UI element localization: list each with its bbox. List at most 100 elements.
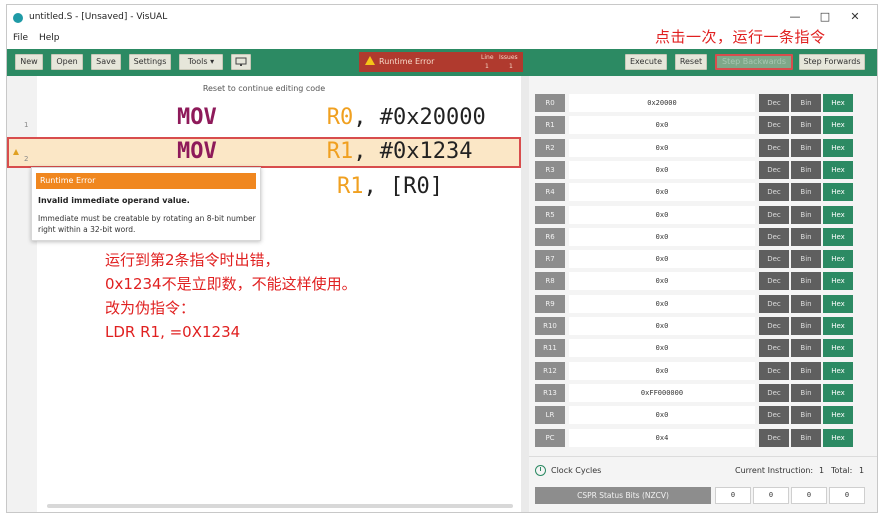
format-dec-button[interactable]: Dec xyxy=(759,183,789,202)
format-dec-button[interactable]: Dec xyxy=(759,94,789,112)
format-hex-button[interactable]: Hex xyxy=(823,428,853,447)
format-hex-button[interactable]: Hex xyxy=(823,317,853,335)
register-value: 0x0 xyxy=(569,227,755,246)
menu-help[interactable]: Help xyxy=(39,33,60,43)
format-hex-button[interactable]: Hex xyxy=(823,339,853,358)
format-dec-button[interactable]: Dec xyxy=(759,138,789,157)
format-bin-button[interactable]: Bin xyxy=(791,116,821,135)
format-hex-button[interactable]: Hex xyxy=(823,406,853,425)
register-operand: R0 xyxy=(326,105,354,130)
close-button[interactable]: ✕ xyxy=(845,9,865,25)
format-bin-button[interactable]: Bin xyxy=(791,183,821,202)
register-operand: R1 xyxy=(326,139,354,164)
format-hex-button[interactable]: Hex xyxy=(823,294,853,313)
format-hex-button[interactable]: Hex xyxy=(823,361,853,380)
format-hex-button[interactable]: Hex xyxy=(823,160,853,179)
code-line-2[interactable]: MOV R1, #0x1234 xyxy=(177,138,472,166)
format-bin-button[interactable]: Bin xyxy=(791,428,821,447)
register-name: R4 xyxy=(535,183,565,202)
code-line-3[interactable]: R1, [R0] xyxy=(337,173,443,201)
format-hex-button[interactable]: Hex xyxy=(823,383,853,402)
format-bin-button[interactable]: Bin xyxy=(791,406,821,425)
format-hex-button[interactable]: Hex xyxy=(823,183,853,202)
format-bin-button[interactable]: Bin xyxy=(791,361,821,380)
register-operand: R1 xyxy=(337,174,364,199)
format-hex-button[interactable]: Hex xyxy=(823,138,853,157)
format-dec-button[interactable]: Dec xyxy=(759,250,789,269)
format-bin-button[interactable]: Bin xyxy=(791,383,821,402)
app-icon xyxy=(13,13,23,23)
register-name: R8 xyxy=(535,272,565,291)
register-value: 0x0 xyxy=(569,339,755,358)
register-name: PC xyxy=(535,428,565,447)
format-dec-button[interactable]: Dec xyxy=(759,406,789,425)
format-bin-button[interactable]: Bin xyxy=(791,160,821,179)
save-button[interactable]: Save xyxy=(91,54,121,70)
total-label: Total: xyxy=(831,466,853,475)
register-name: R12 xyxy=(535,361,565,380)
operand-rest: , #0x20000 xyxy=(353,105,486,130)
runtime-error-text: Runtime Error xyxy=(379,57,435,66)
current-instruction-label: Current Instruction: xyxy=(735,466,814,475)
minimize-button[interactable]: — xyxy=(785,9,805,25)
format-dec-button[interactable]: Dec xyxy=(759,317,789,335)
cpsr-label: CSPR Status Bits (NZCV) xyxy=(535,487,711,504)
format-dec-button[interactable]: Dec xyxy=(759,294,789,313)
line-warning-icon xyxy=(13,149,19,155)
format-bin-button[interactable]: Bin xyxy=(791,272,821,291)
tools-dropdown[interactable]: Tools ▾ xyxy=(179,54,223,70)
format-bin-button[interactable]: Bin xyxy=(791,205,821,224)
format-hex-button[interactable]: Hex xyxy=(823,116,853,135)
register-name: LR xyxy=(535,406,565,425)
new-button[interactable]: New xyxy=(15,54,43,70)
format-hex-button[interactable]: Hex xyxy=(823,250,853,269)
register-value: 0x0 xyxy=(569,205,755,224)
format-hex-button[interactable]: Hex xyxy=(823,205,853,224)
format-dec-button[interactable]: Dec xyxy=(759,383,789,402)
format-dec-button[interactable]: Dec xyxy=(759,160,789,179)
reset-hint: Reset to continue editing code xyxy=(202,84,326,93)
format-bin-button[interactable]: Bin xyxy=(791,94,821,112)
code-line-1[interactable]: MOV R0, #0x20000 xyxy=(177,104,486,132)
annotation-line: 0x1234不是立即数，不能这样使用。 xyxy=(105,275,357,293)
clock-cycles-label: Clock Cycles xyxy=(551,466,602,475)
format-hex-button[interactable]: Hex xyxy=(823,94,853,112)
step-backwards-button[interactable]: Step Backwards xyxy=(715,54,793,70)
format-bin-button[interactable]: Bin xyxy=(791,317,821,335)
register-value: 0x0 xyxy=(569,406,755,425)
status-panel: Clock Cycles Current Instruction: 1 Tota… xyxy=(529,456,877,512)
monitor-button[interactable] xyxy=(231,54,251,70)
format-bin-button[interactable]: Bin xyxy=(791,250,821,269)
register-name: R13 xyxy=(535,383,565,402)
format-dec-button[interactable]: Dec xyxy=(759,227,789,246)
execute-button[interactable]: Execute xyxy=(625,54,667,70)
register-value: 0x0 xyxy=(569,317,755,335)
operand-rest: , [R0] xyxy=(363,174,443,199)
register-value: 0x0 xyxy=(569,116,755,135)
code-editor[interactable]: Reset to continue editing code 1 2 MOV R0… xyxy=(7,76,521,512)
format-dec-button[interactable]: Dec xyxy=(759,205,789,224)
format-hex-button[interactable]: Hex xyxy=(823,227,853,246)
vertical-scrollbar[interactable] xyxy=(521,76,529,512)
format-dec-button[interactable]: Dec xyxy=(759,339,789,358)
horizontal-scrollbar[interactable] xyxy=(47,504,513,508)
error-line-count: 1 xyxy=(485,63,489,70)
open-button[interactable]: Open xyxy=(51,54,83,70)
format-bin-button[interactable]: Bin xyxy=(791,339,821,358)
format-bin-button[interactable]: Bin xyxy=(791,227,821,246)
settings-button[interactable]: Settings xyxy=(129,54,171,70)
format-hex-button[interactable]: Hex xyxy=(823,272,853,291)
format-dec-button[interactable]: Dec xyxy=(759,428,789,447)
format-dec-button[interactable]: Dec xyxy=(759,116,789,135)
annotation-top: 点击一次，运行一条指令 xyxy=(655,28,826,46)
menu-file[interactable]: File xyxy=(13,33,28,43)
register-name: R10 xyxy=(535,317,565,335)
step-forwards-button[interactable]: Step Forwards xyxy=(799,54,865,70)
format-bin-button[interactable]: Bin xyxy=(791,138,821,157)
reset-button[interactable]: Reset xyxy=(675,54,707,70)
format-dec-button[interactable]: Dec xyxy=(759,361,789,380)
runtime-error-indicator[interactable]: Runtime Error Line Issues 1 1 xyxy=(359,52,523,72)
format-dec-button[interactable]: Dec xyxy=(759,272,789,291)
maximize-button[interactable]: □ xyxy=(815,9,835,25)
format-bin-button[interactable]: Bin xyxy=(791,294,821,313)
